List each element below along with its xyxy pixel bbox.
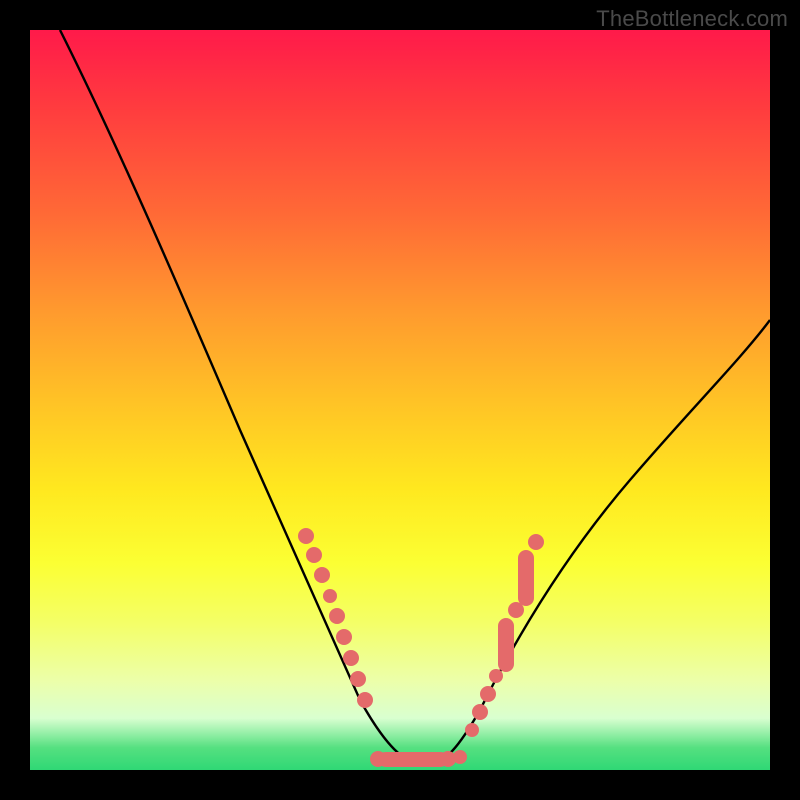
bottleneck-curve: [60, 30, 770, 765]
chart-overlay: [30, 30, 770, 770]
marker-cluster-right: [465, 534, 544, 737]
marker-cluster-left: [298, 528, 373, 708]
watermark-text: TheBottleneck.com: [596, 6, 788, 32]
marker-bar-bottom: [370, 750, 467, 767]
chart-frame: TheBottleneck.com: [0, 0, 800, 800]
plot-area: [30, 30, 770, 770]
